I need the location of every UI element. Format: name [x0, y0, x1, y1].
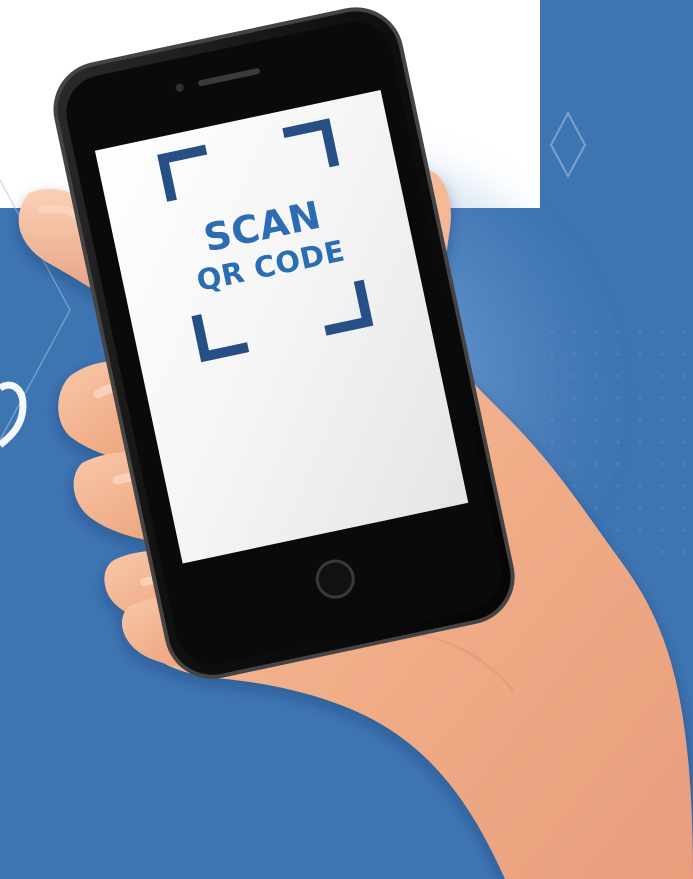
qr-scan-promo-image: SCAN QR CODE [0, 0, 693, 879]
scan-qr-code-illustration: SCAN QR CODE [0, 0, 693, 879]
